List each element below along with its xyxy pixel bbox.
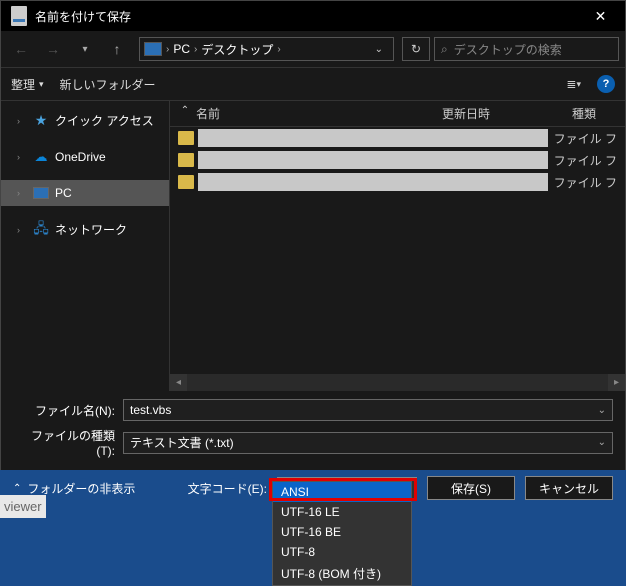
back-button[interactable]: ← [7, 35, 35, 63]
recent-locations-button[interactable]: ▾ [71, 35, 99, 63]
chevron-down-icon[interactable]: ⌄ [598, 437, 606, 448]
dialog-title: 名前を付けて保存 [35, 8, 578, 25]
sidebar-item-pc[interactable]: › PC [1, 180, 169, 206]
up-button[interactable]: ↑ [103, 35, 131, 63]
new-folder-button[interactable]: 新しいフォルダー [60, 76, 156, 93]
breadcrumb-dropdown[interactable]: ⌄ [369, 44, 389, 55]
sidebar: › ★ クイック アクセス › ☁ OneDrive › PC › 🖧 ネットワ… [1, 101, 169, 391]
form-area: ファイル名(N): test.vbs ⌄ ファイルの種類(T): テキスト文書 … [1, 391, 625, 470]
column-headers: ⌃ 名前 更新日時 種類 [170, 101, 625, 127]
encoding-option-utf16le[interactable]: UTF-16 LE [273, 502, 411, 522]
breadcrumb-separator: › [166, 44, 169, 55]
navigation-bar: ← → ▾ ↑ › PC › デスクトップ › ⌄ ↻ ⌕ デスクトップの検索 [1, 31, 625, 67]
view-options-button[interactable]: ≣ ▾ [566, 77, 581, 91]
hide-folders-toggle[interactable]: ⌃ フォルダーの非表示 [13, 480, 135, 497]
folder-icon [178, 131, 194, 145]
redacted-filename [198, 151, 548, 169]
filename-label: ファイル名(N): [13, 402, 123, 419]
breadcrumb[interactable]: › PC › デスクトップ › ⌄ [139, 37, 394, 61]
filetype-select[interactable]: テキスト文書 (*.txt) ⌄ [123, 432, 613, 454]
breadcrumb-desktop[interactable]: デスクトップ [201, 41, 273, 58]
save-as-dialog: 名前を付けて保存 ✕ ← → ▾ ↑ › PC › デスクトップ › ⌄ ↻ ⌕… [0, 0, 626, 470]
folder-icon [178, 153, 194, 167]
redacted-filename [198, 173, 548, 191]
cancel-button[interactable]: キャンセル [525, 476, 613, 500]
sidebar-item-onedrive[interactable]: › ☁ OneDrive [1, 144, 169, 170]
redacted-filename [198, 129, 548, 147]
encoding-label: 文字コード(E): [188, 480, 267, 497]
encoding-option-utf8[interactable]: UTF-8 [273, 542, 411, 562]
cloud-icon: ☁ [33, 149, 49, 165]
sidebar-item-network[interactable]: › 🖧 ネットワーク [1, 216, 169, 243]
organize-menu[interactable]: 整理 ▾ [11, 76, 44, 93]
list-item[interactable]: ファイル フ [170, 127, 625, 149]
date-column-header[interactable]: 更新日時 [442, 105, 572, 122]
pc-icon [144, 42, 162, 56]
breadcrumb-separator: › [277, 44, 280, 55]
encoding-option-utf16be[interactable]: UTF-16 BE [273, 522, 411, 542]
chevron-right-icon: › [17, 116, 27, 126]
forward-button[interactable]: → [39, 35, 67, 63]
encoding-option-utf8bom[interactable]: UTF-8 (BOM 付き) [273, 562, 411, 585]
network-icon: 🖧 [33, 222, 49, 238]
refresh-button[interactable]: ↻ [402, 37, 430, 61]
breadcrumb-pc[interactable]: PC [173, 42, 190, 56]
save-button[interactable]: 保存(S) [427, 476, 515, 500]
search-input[interactable]: ⌕ デスクトップの検索 [434, 37, 619, 61]
pc-icon [33, 187, 49, 199]
chevron-right-icon: › [17, 225, 27, 235]
chevron-down-icon: ▾ [576, 79, 581, 90]
search-placeholder: デスクトップの検索 [454, 41, 562, 58]
star-icon: ★ [33, 113, 49, 129]
notepad-icon [11, 6, 27, 26]
scroll-left-button[interactable]: ◂ [170, 374, 187, 391]
name-column-header[interactable]: 名前 [192, 105, 442, 122]
scroll-right-button[interactable]: ▸ [608, 374, 625, 391]
filetype-label: ファイルの種類(T): [13, 427, 123, 458]
encoding-option-ansi[interactable]: ANSI [273, 482, 411, 502]
view-icon: ≣ [566, 77, 574, 91]
chevron-right-icon: › [17, 152, 27, 162]
close-button[interactable]: ✕ [578, 1, 623, 31]
file-list-pane: ⌃ 名前 更新日時 種類 ファイル フ ファイル フ [169, 101, 625, 391]
help-button[interactable]: ? [597, 75, 615, 93]
chevron-down-icon: ▾ [39, 79, 44, 90]
list-item[interactable]: ファイル フ [170, 171, 625, 193]
chevron-up-icon: ⌃ [13, 483, 21, 494]
encoding-dropdown: ANSI UTF-16 LE UTF-16 BE UTF-8 UTF-8 (BO… [272, 481, 412, 586]
type-column-header[interactable]: 種類 [572, 105, 617, 122]
expand-column-header[interactable]: ⌃ [178, 105, 192, 122]
chevron-down-icon[interactable]: ⌄ [598, 405, 606, 416]
toolbar: 整理 ▾ 新しいフォルダー ≣ ▾ ? [1, 67, 625, 101]
folder-icon [178, 175, 194, 189]
filename-input[interactable]: test.vbs ⌄ [123, 399, 613, 421]
file-list[interactable]: ファイル フ ファイル フ ファイル フ [170, 127, 625, 374]
titlebar: 名前を付けて保存 ✕ [1, 1, 625, 31]
search-icon: ⌕ [441, 42, 448, 57]
list-item[interactable]: ファイル フ [170, 149, 625, 171]
horizontal-scrollbar[interactable]: ◂ ▸ [170, 374, 625, 391]
sidebar-item-quick-access[interactable]: › ★ クイック アクセス [1, 107, 169, 134]
chevron-right-icon: › [17, 188, 27, 198]
breadcrumb-separator: › [194, 44, 197, 55]
